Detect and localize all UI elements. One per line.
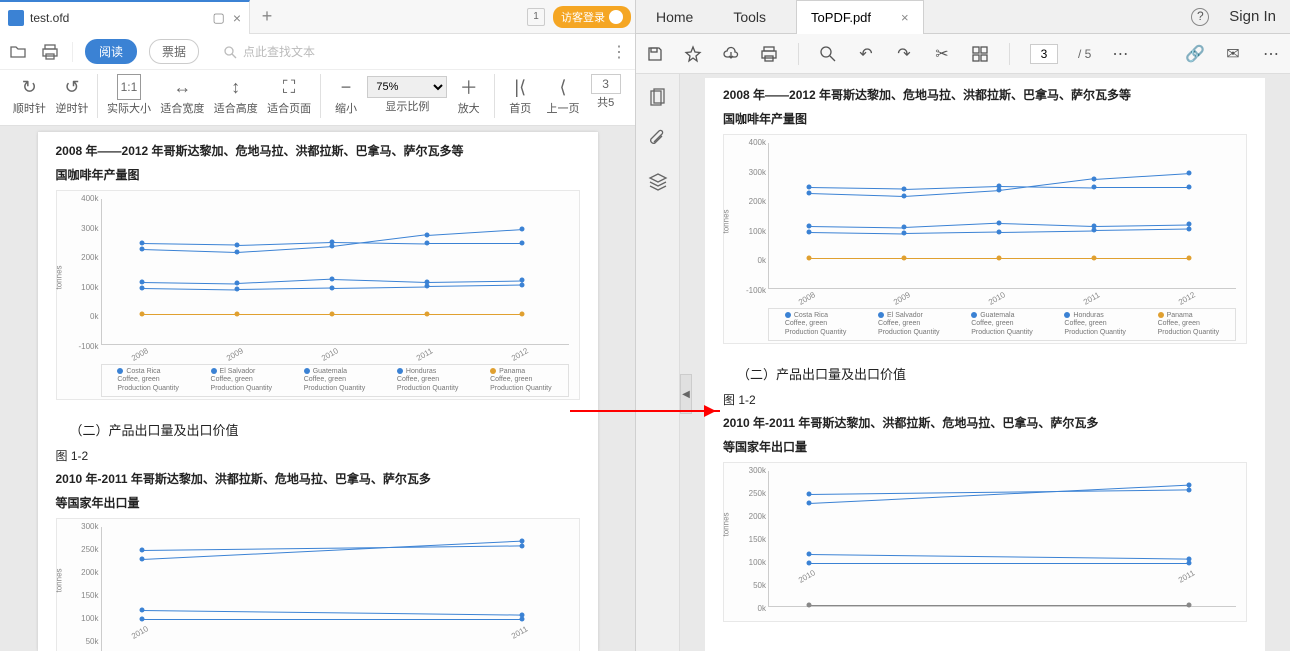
ofd-file-icon: [8, 10, 24, 26]
close-tab-icon[interactable]: ×: [233, 10, 241, 26]
r-chart-export: 0k50k100k150k200k250k300ktonnes20102011: [723, 462, 1247, 622]
search-icon: [223, 45, 237, 59]
left-tabbar: test.ofd ▢ × + 1 访客登录: [0, 0, 635, 34]
page-total-label: / 5: [1078, 47, 1091, 61]
fit-width-button[interactable]: ↔适合宽度: [156, 74, 209, 116]
open-icon[interactable]: [8, 42, 28, 62]
layers-icon[interactable]: [648, 172, 668, 192]
read-mode-button[interactable]: 阅读: [85, 39, 137, 64]
sign-in-button[interactable]: Sign In: [1229, 8, 1276, 25]
r-chart-production: -100k0k100k200k300k400ktonnes20082009201…: [723, 134, 1247, 344]
close-pdf-tab-icon[interactable]: ×: [901, 10, 909, 25]
file-tab[interactable]: test.ofd ▢ ×: [0, 0, 250, 34]
undo-icon[interactable]: ↶: [857, 45, 875, 63]
right-body: ◀ 2008 年——2012 年哥斯达黎加、危地马拉、洪都拉斯、巴拿马、萨尔瓦多…: [636, 74, 1290, 651]
left-page: 2008 年——2012 年哥斯达黎加、危地马拉、洪都拉斯、巴拿马、萨尔瓦多等 …: [38, 132, 598, 651]
chart2-title-line2: 等国家年出口量: [56, 494, 580, 512]
nav-tools[interactable]: Tools: [713, 9, 786, 25]
zoom-out-button[interactable]: −缩小: [325, 74, 368, 116]
detach-icon[interactable]: ▢: [213, 10, 225, 26]
page-total-label: 3共5: [584, 74, 627, 110]
search-placeholder: 点此查找文本: [243, 43, 315, 60]
toolbar-more-icon[interactable]: ⋯: [1111, 45, 1129, 63]
left-document-area[interactable]: 2008 年——2012 年哥斯达黎加、危地马拉、洪都拉斯、巴拿马、萨尔瓦多等 …: [0, 126, 635, 651]
page-number-input[interactable]: [1030, 44, 1058, 64]
link-icon[interactable]: 🔗: [1186, 45, 1204, 63]
rotate-cw-button[interactable]: ↻顺时针: [8, 74, 51, 116]
thumbnails-icon[interactable]: [648, 88, 668, 108]
new-tab-button[interactable]: +: [250, 6, 284, 27]
prev-page-button[interactable]: ⟨上一页: [542, 74, 585, 116]
file-tab-title: test.ofd: [30, 11, 213, 25]
collapse-sidebar-button[interactable]: ◀: [680, 374, 692, 414]
r-chart2-title-line2: 等国家年出口量: [723, 438, 1247, 456]
chart-export: 0k50k100k150k200k250k300ktonnes20102011: [56, 518, 580, 651]
left-toolbar-secondary: ↻顺时针 ↺逆时针 1:1实际大小 ↔适合宽度 ↕适合高度 ⛶适合页面 −缩小 …: [0, 70, 635, 126]
chart1-title-line2: 国咖啡年产量图: [56, 166, 580, 184]
search-box[interactable]: 点此查找文本: [223, 43, 315, 60]
window-count-badge: 1: [527, 8, 545, 26]
conversion-arrow: [570, 410, 720, 412]
r-chart1-title-line2: 国咖啡年产量图: [723, 110, 1247, 128]
overflow-icon[interactable]: ⋯: [1262, 45, 1280, 63]
more-icon[interactable]: ⋮: [611, 42, 627, 62]
right-sidebar: [636, 74, 680, 651]
zoom-percent-select[interactable]: 75%: [367, 76, 447, 98]
right-document-area[interactable]: ◀ 2008 年——2012 年哥斯达黎加、危地马拉、洪都拉斯、巴拿马、萨尔瓦多…: [680, 74, 1290, 651]
find-icon[interactable]: [819, 45, 837, 63]
chart-production: -100k0k100k200k300k400ktonnes20082009201…: [56, 190, 580, 400]
right-page: 2008 年——2012 年哥斯达黎加、危地马拉、洪都拉斯、巴拿马、萨尔瓦多等 …: [705, 78, 1265, 651]
redo-icon[interactable]: ↷: [895, 45, 913, 63]
mail-icon[interactable]: ✉: [1224, 45, 1242, 63]
first-page-button[interactable]: |⟨首页: [499, 74, 542, 116]
print-icon[interactable]: [40, 42, 60, 62]
r-chart2-title-line1: 2010 年-2011 年哥斯达黎加、洪都拉斯、危地马拉、巴拿马、萨尔瓦多: [723, 414, 1247, 432]
r-section-2-heading: （二）产品出口量及出口价值: [723, 364, 1247, 383]
chart1-title-line1: 2008 年——2012 年哥斯达黎加、危地马拉、洪都拉斯、巴拿马、萨尔瓦多等: [56, 142, 580, 160]
cloud-icon[interactable]: [722, 45, 740, 63]
help-icon[interactable]: ?: [1191, 8, 1209, 26]
left-toolbar-primary: 阅读 票据 点此查找文本 ⋮: [0, 34, 635, 70]
nav-home[interactable]: Home: [636, 9, 713, 25]
print-icon[interactable]: [760, 45, 778, 63]
right-topbar: Home Tools ToPDF.pdf × ? Sign In: [636, 0, 1290, 34]
rotate-ccw-button[interactable]: ↺逆时针: [51, 74, 94, 116]
chart2-title-line1: 2010 年-2011 年哥斯达黎加、洪都拉斯、危地马拉、巴拿马、萨尔瓦多: [56, 470, 580, 488]
section-2-heading: （二）产品出口量及出口价值: [56, 420, 580, 439]
figure-1-2-label: 图 1-2: [56, 447, 580, 466]
pdf-tab-title: ToPDF.pdf: [811, 10, 871, 25]
save-icon[interactable]: [646, 45, 664, 63]
r-chart1-title-line1: 2008 年——2012 年哥斯达黎加、危地马拉、洪都拉斯、巴拿马、萨尔瓦多等: [723, 86, 1247, 104]
guest-login-button[interactable]: 访客登录: [553, 6, 631, 28]
r-figure-1-2-label: 图 1-2: [723, 391, 1247, 410]
actual-size-button[interactable]: 1:1实际大小: [102, 74, 155, 116]
zoom-select[interactable]: 75%显示比例: [367, 74, 447, 114]
star-icon[interactable]: [684, 45, 702, 63]
ofd-viewer-pane: test.ofd ▢ × + 1 访客登录 阅读 票据 点此查找文本 ⋮ ↻顺时…: [0, 0, 636, 651]
avatar-icon: [609, 10, 623, 24]
attachments-icon[interactable]: [648, 130, 668, 150]
zoom-in-button[interactable]: ＋放大: [447, 74, 490, 116]
fit-height-button[interactable]: ↕适合高度: [209, 74, 262, 116]
fit-page-button[interactable]: ⛶适合页面: [262, 74, 315, 116]
pdf-file-tab[interactable]: ToPDF.pdf ×: [796, 0, 924, 34]
grid-icon[interactable]: [971, 45, 989, 63]
right-toolbar: ↶ ↷ ✂ / 5 ⋯ 🔗 ✉ ⋯: [636, 34, 1290, 74]
piaoju-mode-button[interactable]: 票据: [149, 39, 199, 64]
pdf-viewer-pane: Home Tools ToPDF.pdf × ? Sign In ↶ ↷ ✂ /…: [636, 0, 1290, 651]
cut-icon[interactable]: ✂: [933, 45, 951, 63]
